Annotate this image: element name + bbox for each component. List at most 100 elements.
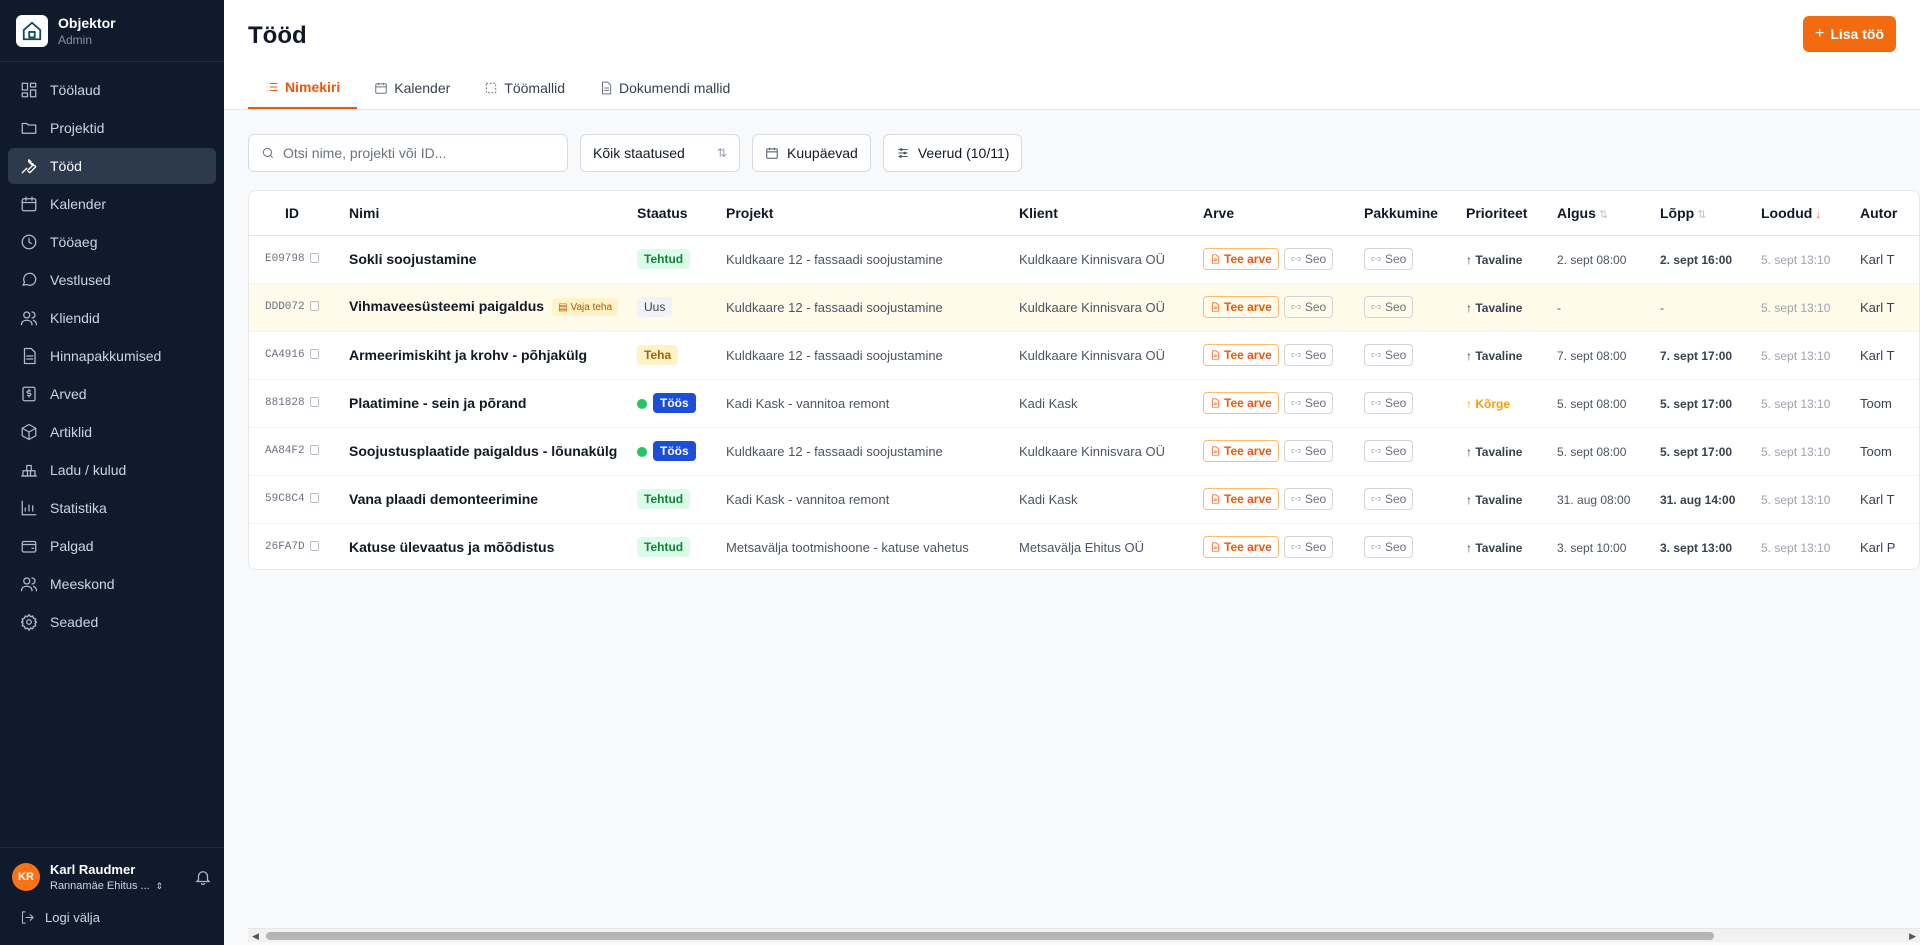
column-header-id[interactable]: ID	[249, 191, 349, 236]
tab-toomallid[interactable]: Töömallid	[467, 67, 582, 109]
sidebar-item-tood[interactable]: Tööd	[8, 148, 216, 184]
link-invoice-button[interactable]: Seo	[1283, 392, 1334, 414]
project-cell[interactable]: Kuldkaare 12 - fassaadi soojustamine	[726, 427, 1019, 476]
job-name[interactable]: Vana plaadi demonteerimine	[349, 491, 538, 507]
column-header-algus[interactable]: Algus ⇅	[1557, 191, 1660, 236]
client-cell[interactable]: Metsavälja Ehitus OÜ	[1019, 523, 1203, 569]
link-invoice-button[interactable]: Seo	[1283, 248, 1334, 270]
name-cell[interactable]: Vana plaadi demonteerimine	[349, 475, 637, 524]
create-invoice-button[interactable]: Tee arve	[1203, 488, 1279, 510]
job-name[interactable]: Sokli soojustamine	[349, 251, 477, 267]
avatar[interactable]: KR	[12, 863, 40, 891]
sidebar-item-statistika[interactable]: Statistika	[8, 490, 216, 526]
status-badge[interactable]: Töös	[653, 441, 696, 461]
name-cell[interactable]: Plaatimine - sein ja põrand	[349, 379, 637, 428]
columns-button[interactable]: Veerud (10/11)	[882, 134, 1023, 172]
column-header-arve[interactable]: Arve	[1203, 191, 1364, 236]
column-header-loodud[interactable]: Loodud ↓	[1761, 191, 1860, 236]
link-offer-button[interactable]: Seo	[1364, 488, 1414, 510]
table-row[interactable]: 59C8C4 Vana plaadi demonteerimine Tehtud Ka…	[249, 475, 1919, 524]
name-cell[interactable]: Sokli soojustamine	[349, 235, 637, 284]
link-offer-button[interactable]: Seo	[1364, 536, 1414, 558]
column-header-pakkumine[interactable]: Pakkumine	[1364, 191, 1466, 236]
sidebar-item-kliendid[interactable]: Kliendid	[8, 300, 216, 336]
copy-icon[interactable]	[309, 445, 319, 456]
column-header-nimi[interactable]: Nimi	[349, 191, 637, 236]
sidebar-item-vestlused[interactable]: Vestlused	[8, 262, 216, 298]
link-invoice-button[interactable]: Seo	[1283, 296, 1334, 318]
sidebar-item-projektid[interactable]: Projektid	[8, 110, 216, 146]
create-invoice-button[interactable]: Tee arve	[1203, 344, 1279, 366]
create-invoice-button[interactable]: Tee arve	[1203, 392, 1279, 414]
column-header-klient[interactable]: Klient	[1019, 191, 1203, 236]
job-name[interactable]: Armeerimiskiht ja krohv - põhjakülg	[349, 347, 587, 363]
date-filter-button[interactable]: Kuupäevad	[752, 134, 871, 172]
name-cell[interactable]: Soojustusplaatide paigaldus - lõunakülg	[349, 427, 637, 476]
client-cell[interactable]: Kuldkaare Kinnisvara OÜ	[1019, 427, 1203, 476]
column-header-autor[interactable]: Autor	[1860, 191, 1919, 236]
name-cell[interactable]: Katuse ülevaatus ja mõõdistus	[349, 523, 637, 569]
status-badge[interactable]: Uus	[637, 297, 673, 317]
status-filter-select[interactable]: Kõik staatused ⇅	[580, 134, 740, 172]
client-cell[interactable]: Kuldkaare Kinnisvara OÜ	[1019, 283, 1203, 332]
create-invoice-button[interactable]: Tee arve	[1203, 296, 1279, 318]
link-invoice-button[interactable]: Seo	[1283, 536, 1334, 558]
name-cell[interactable]: Vihmaveesüsteemi paigaldus ▤ Vaja teha	[349, 283, 637, 332]
client-cell[interactable]: Kuldkaare Kinnisvara OÜ	[1019, 331, 1203, 380]
sidebar-item-artiklid[interactable]: Artiklid	[8, 414, 216, 450]
job-name[interactable]: Vihmaveesüsteemi paigaldus	[349, 298, 544, 314]
sidebar-item-palgad[interactable]: Palgad	[8, 528, 216, 564]
job-name[interactable]: Katuse ülevaatus ja mõõdistus	[349, 539, 554, 555]
copy-icon[interactable]	[309, 541, 319, 552]
link-offer-button[interactable]: Seo	[1364, 296, 1414, 318]
job-name[interactable]: Soojustusplaatide paigaldus - lõunakülg	[349, 443, 617, 459]
table-row[interactable]: 26FA7D Katuse ülevaatus ja mõõdistus Tehtu…	[249, 523, 1919, 569]
client-cell[interactable]: Kuldkaare Kinnisvara OÜ	[1019, 235, 1203, 284]
name-cell[interactable]: Armeerimiskiht ja krohv - põhjakülg	[349, 331, 637, 380]
job-name[interactable]: Plaatimine - sein ja põrand	[349, 395, 526, 411]
link-offer-button[interactable]: Seo	[1364, 248, 1414, 270]
sidebar-item-toolaud[interactable]: Töölaud	[8, 72, 216, 108]
table-row[interactable]: 881828 Plaatimine - sein ja põrand Töös Kad…	[249, 379, 1919, 428]
project-cell[interactable]: Metsavälja tootmishoone - katuse vahetus	[726, 523, 1019, 569]
table-row[interactable]: DDD072 Vihmaveesüsteemi paigaldus ▤ Vaja te…	[249, 283, 1919, 332]
scroll-left-arrow-icon[interactable]: ◀	[252, 931, 259, 942]
status-badge[interactable]: Tehtud	[637, 249, 691, 269]
create-invoice-button[interactable]: Tee arve	[1203, 248, 1279, 270]
copy-icon[interactable]	[309, 253, 319, 264]
status-badge[interactable]: Tehtud	[637, 537, 691, 557]
copy-icon[interactable]	[309, 493, 319, 504]
project-cell[interactable]: Kadi Kask - vannitoa remont	[726, 475, 1019, 524]
table-row[interactable]: E09798 Sokli soojustamine Tehtud Kuldkaare …	[249, 235, 1919, 284]
copy-icon[interactable]	[309, 397, 319, 408]
link-offer-button[interactable]: Seo	[1364, 440, 1414, 462]
tab-nimekiri[interactable]: Nimekiri	[248, 67, 358, 109]
link-offer-button[interactable]: Seo	[1364, 344, 1414, 366]
status-badge[interactable]: Töös	[653, 393, 696, 413]
bell-icon[interactable]	[194, 868, 212, 886]
search-input[interactable]	[283, 145, 553, 161]
logout-button[interactable]: Logi välja	[0, 900, 224, 945]
add-job-button[interactable]: + Lisa töö	[1802, 16, 1896, 52]
column-header-staatus[interactable]: Staatus	[637, 191, 726, 236]
link-invoice-button[interactable]: Seo	[1283, 488, 1334, 510]
sidebar-item-tooaeg[interactable]: Tööaeg	[8, 224, 216, 260]
copy-icon[interactable]	[309, 349, 319, 360]
tab-kalender[interactable]: Kalender	[357, 67, 467, 109]
copy-icon[interactable]	[309, 301, 319, 312]
client-cell[interactable]: Kadi Kask	[1019, 475, 1203, 524]
link-offer-button[interactable]: Seo	[1364, 392, 1414, 414]
sidebar-item-hinnapakkumised[interactable]: Hinnapakkumised	[8, 338, 216, 374]
sidebar-item-ladu-kulud[interactable]: Ladu / kulud	[8, 452, 216, 488]
sidebar-item-arved[interactable]: Arved	[8, 376, 216, 412]
link-invoice-button[interactable]: Seo	[1283, 344, 1334, 366]
table-row[interactable]: CA4916 Armeerimiskiht ja krohv - põhjakül…	[249, 331, 1919, 380]
client-cell[interactable]: Kadi Kask	[1019, 379, 1203, 428]
scroll-right-arrow-icon[interactable]: ▶	[1909, 931, 1916, 942]
horizontal-scrollbar[interactable]: ◀ ▶	[248, 928, 1920, 942]
project-cell[interactable]: Kuldkaare 12 - fassaadi soojustamine	[726, 283, 1019, 332]
column-header-projekt[interactable]: Projekt	[726, 191, 1019, 236]
sidebar-item-meeskond[interactable]: Meeskond	[8, 566, 216, 602]
link-invoice-button[interactable]: Seo	[1283, 440, 1334, 462]
scrollbar-thumb[interactable]	[266, 932, 1714, 940]
